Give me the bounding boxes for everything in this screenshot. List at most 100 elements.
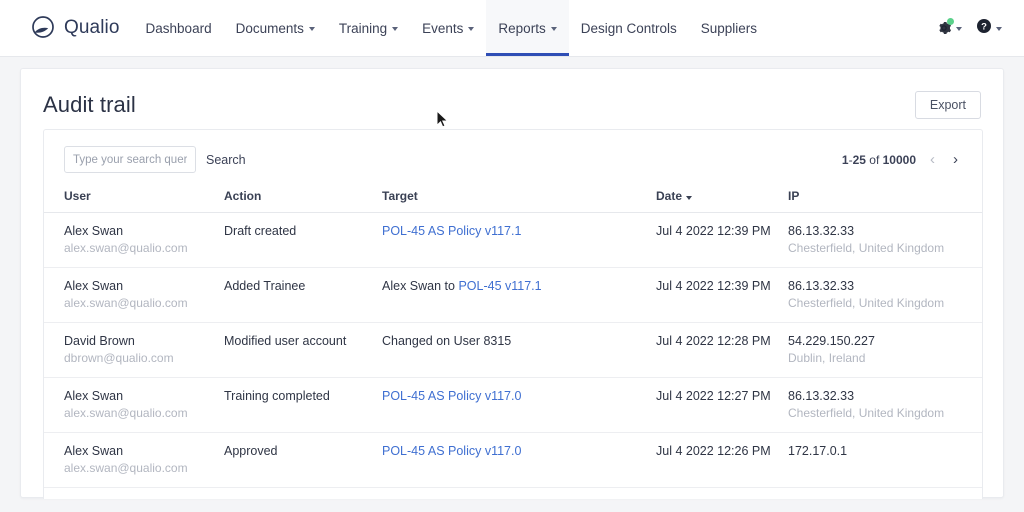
search-input[interactable] <box>64 146 196 173</box>
cell-action: Approved <box>224 432 382 488</box>
nav-item-training[interactable]: Training <box>327 0 410 56</box>
cell-ip: 54.229.150.227 Dublin, Ireland <box>788 322 982 378</box>
range-total: 10000 <box>882 152 916 167</box>
caret-down-icon <box>686 196 693 200</box>
cell-target: CC-1335-2981 <box>382 487 656 499</box>
cell-user: Alex Swan alex.swan@qualio.com <box>44 487 224 499</box>
table-row[interactable]: Alex Swan alex.swan@qualio.com Change co… <box>44 487 982 499</box>
cell-action: Training completed <box>224 377 382 433</box>
nav-item-documents[interactable]: Documents <box>224 0 327 56</box>
cell-action: Added Trainee <box>224 267 382 323</box>
notification-dot <box>947 18 954 25</box>
nav-item-design-controls[interactable]: Design Controls <box>569 0 689 56</box>
user-email: alex.swan@qualio.com <box>64 296 188 310</box>
cell-date: Jul 4 2022 12:39 PM <box>656 212 788 268</box>
table-row[interactable]: Alex Swan alex.swan@qualio.com Training … <box>44 377 982 433</box>
table-header-row: User Action Target Date IP <box>44 183 982 213</box>
ip-location: Chesterfield, United Kingdom <box>788 406 945 420</box>
cell-date: Jul 4 2022 12:26 PM <box>656 487 788 499</box>
audit-trail-table: User Action Target Date IP Alex Swan ale… <box>44 183 982 499</box>
cell-user: Alex Swan alex.swan@qualio.com <box>44 432 224 488</box>
column-label: Action <box>224 189 262 203</box>
next-page-button[interactable]: › <box>949 150 962 169</box>
cell-date: Jul 4 2022 12:28 PM <box>656 322 788 378</box>
brand-logo[interactable]: Qualio <box>0 0 134 56</box>
table-row[interactable]: David Brown dbrown@qualio.com Modified u… <box>44 322 982 378</box>
chevron-down-icon <box>550 27 557 31</box>
ip-location: Chesterfield, United Kingdom <box>788 241 945 255</box>
audit-table-panel: Search 1-25 of 10000 ‹ › User Action <box>43 129 983 499</box>
table-header: User Action Target Date IP <box>44 183 982 213</box>
nav-item-dashboard[interactable]: Dashboard <box>134 0 224 56</box>
cell-target: POL-45 AS Policy v117.1 <box>382 212 656 268</box>
ip-address: 86.13.32.33 <box>788 279 855 293</box>
cell-target: Alex Swan to POL-45 v117.1 <box>382 267 656 323</box>
range-start: 1 <box>841 152 849 167</box>
nav-item-events[interactable]: Events <box>410 0 486 56</box>
user-name: Alex Swan <box>64 444 124 458</box>
ip-location: Chesterfield, United Kingdom <box>788 296 945 310</box>
target-link[interactable]: POL-45 v117.1 <box>458 279 541 293</box>
cell-action: Change control approved <box>224 487 382 499</box>
brand-name: Qualio <box>64 17 120 38</box>
user-name: Alex Swan <box>64 279 124 293</box>
column-header-ip[interactable]: IP <box>788 183 982 213</box>
cell-user: Alex Swan alex.swan@qualio.com <box>44 267 224 323</box>
ip-address: 54.229.150.227 <box>788 334 875 348</box>
mouse-cursor <box>436 110 449 128</box>
export-button[interactable]: Export <box>914 91 981 119</box>
table-row[interactable]: Alex Swan alex.swan@qualio.com Approved … <box>44 432 982 488</box>
nav-label: Dashboard <box>145 20 212 36</box>
column-header-target[interactable]: Target <box>382 183 656 213</box>
ip-address: 172.17.0.1 <box>788 444 848 458</box>
main-nav: Dashboard Documents Training Events Repo… <box>134 0 770 56</box>
question-circle-icon: ? <box>976 18 992 39</box>
chevron-down-icon <box>308 27 315 31</box>
settings-menu-button[interactable] <box>936 18 962 36</box>
chevron-down-icon <box>956 27 962 31</box>
user-name: Alex Swan <box>64 224 124 238</box>
nav-label: Documents <box>235 20 304 36</box>
ip-address: 86.13.32.33 <box>788 389 855 403</box>
pagination-range: 1-25 of 10000 <box>842 153 916 167</box>
ip-address: 86.13.32.33 <box>788 224 855 238</box>
ip-location: Dublin, Ireland <box>788 351 866 365</box>
nav-item-reports[interactable]: Reports <box>486 0 569 56</box>
cell-ip: 86.13.32.33 Chesterfield, United Kingdom <box>788 377 982 433</box>
help-menu-button[interactable]: ? <box>976 18 1002 39</box>
of-label: of <box>869 152 880 167</box>
cell-ip: 172.17.0.1 <box>788 432 982 488</box>
column-header-date[interactable]: Date <box>656 183 788 213</box>
cell-target: POL-45 AS Policy v117.0 <box>382 432 656 488</box>
cell-ip: 86.13.32.33 Chesterfield, United Kingdom <box>788 267 982 323</box>
table-row[interactable]: Alex Swan alex.swan@qualio.com Added Tra… <box>44 267 982 323</box>
column-label: IP <box>788 189 800 203</box>
cell-ip: 172.17.0.1 <box>788 487 982 499</box>
range-end: 25 <box>852 152 866 167</box>
column-header-user[interactable]: User <box>44 183 224 213</box>
cell-action: Modified user account <box>224 322 382 378</box>
cell-target: Changed on User 8315 <box>382 322 656 378</box>
column-header-action[interactable]: Action <box>224 183 382 213</box>
chevron-down-icon <box>468 27 475 31</box>
nav-label: Training <box>338 20 388 36</box>
previous-page-button[interactable]: ‹ <box>926 150 939 169</box>
target-link[interactable]: POL-45 AS Policy v117.0 <box>382 444 521 458</box>
search-area: Search <box>64 146 246 173</box>
search-button[interactable]: Search <box>206 153 246 167</box>
target-link[interactable]: POL-45 AS Policy v117.1 <box>382 224 521 238</box>
svg-text:?: ? <box>981 21 987 32</box>
pagination: 1-25 of 10000 ‹ › <box>842 150 962 169</box>
nav-item-suppliers[interactable]: Suppliers <box>689 0 769 56</box>
table-row[interactable]: Alex Swan alex.swan@qualio.com Draft cre… <box>44 212 982 268</box>
table-body: Alex Swan alex.swan@qualio.com Draft cre… <box>44 212 982 499</box>
target-link[interactable]: POL-45 AS Policy v117.0 <box>382 389 521 403</box>
cell-user: Alex Swan alex.swan@qualio.com <box>44 212 224 268</box>
page-header: Audit trail Export <box>21 69 1003 119</box>
cell-date: Jul 4 2022 12:27 PM <box>656 377 788 433</box>
user-email: alex.swan@qualio.com <box>64 461 188 475</box>
audit-trail-card: Audit trail Export Search 1-25 of 10000 … <box>20 68 1004 499</box>
table-toolbar: Search 1-25 of 10000 ‹ › <box>44 130 982 183</box>
user-email: dbrown@qualio.com <box>64 351 174 365</box>
nav-label: Events <box>422 20 464 36</box>
